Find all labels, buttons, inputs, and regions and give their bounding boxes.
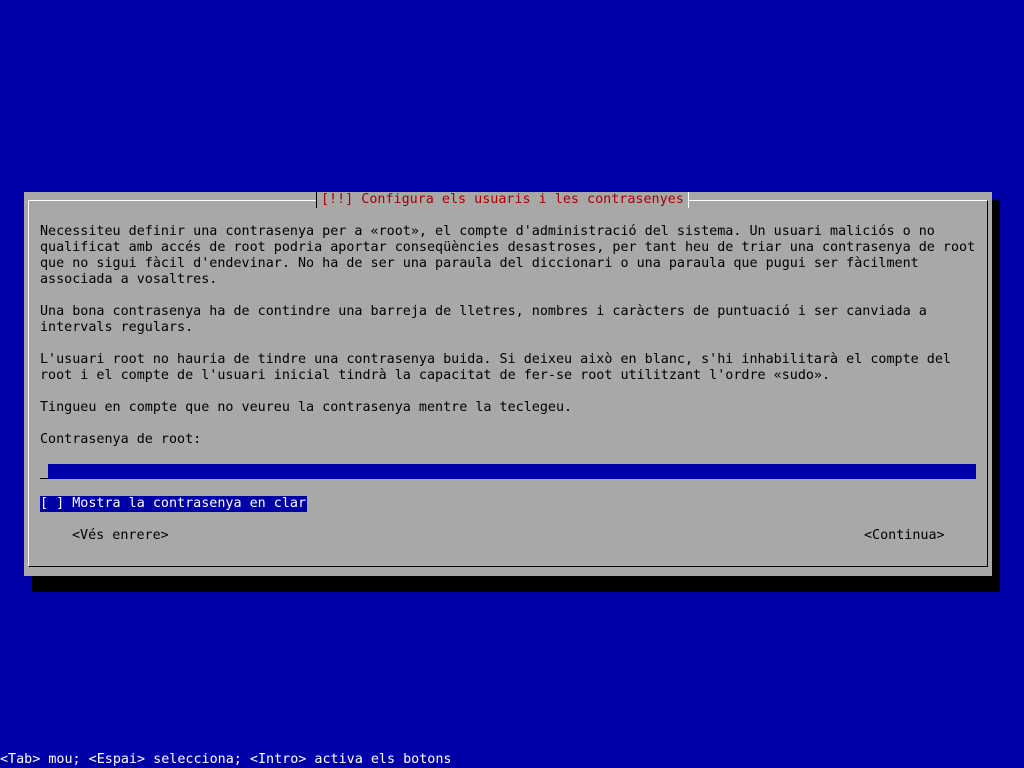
root-password-label: Contrasenya de root:	[40, 432, 202, 447]
description-line: Necessiteu definir una contrasenya per a…	[40, 224, 935, 239]
description-line: qualificat amb accés de root podria apor…	[40, 240, 976, 255]
description-line: root i el compte de l'usuari inicial tin…	[40, 368, 831, 383]
keyboard-help-bar: <Tab> mou; <Espai> selecciona; <Intro> a…	[0, 752, 452, 767]
description-line: L'usuari root no hauria de tindre una co…	[40, 352, 951, 367]
description-line: que no sigui fàcil d'endevinar. No ha de…	[40, 256, 919, 271]
description-line: Tingueu en compte que no veureu la contr…	[40, 400, 573, 415]
dialog-title: [!!] Configura els usuaris i les contras…	[316, 192, 689, 208]
go-back-button[interactable]: <Vés enrere>	[72, 528, 169, 544]
description-line: associada a vosaltres.	[40, 272, 218, 287]
description-line: Una bona contrasenya ha de contindre una…	[40, 304, 927, 319]
description-line: intervals regulars.	[40, 320, 194, 335]
show-password-checkbox[interactable]: [ ] Mostra la contrasenya en clar	[40, 496, 308, 512]
root-password-input[interactable]	[48, 464, 976, 479]
continue-button[interactable]: <Continua>	[864, 528, 945, 544]
text-cursor	[40, 478, 48, 479]
